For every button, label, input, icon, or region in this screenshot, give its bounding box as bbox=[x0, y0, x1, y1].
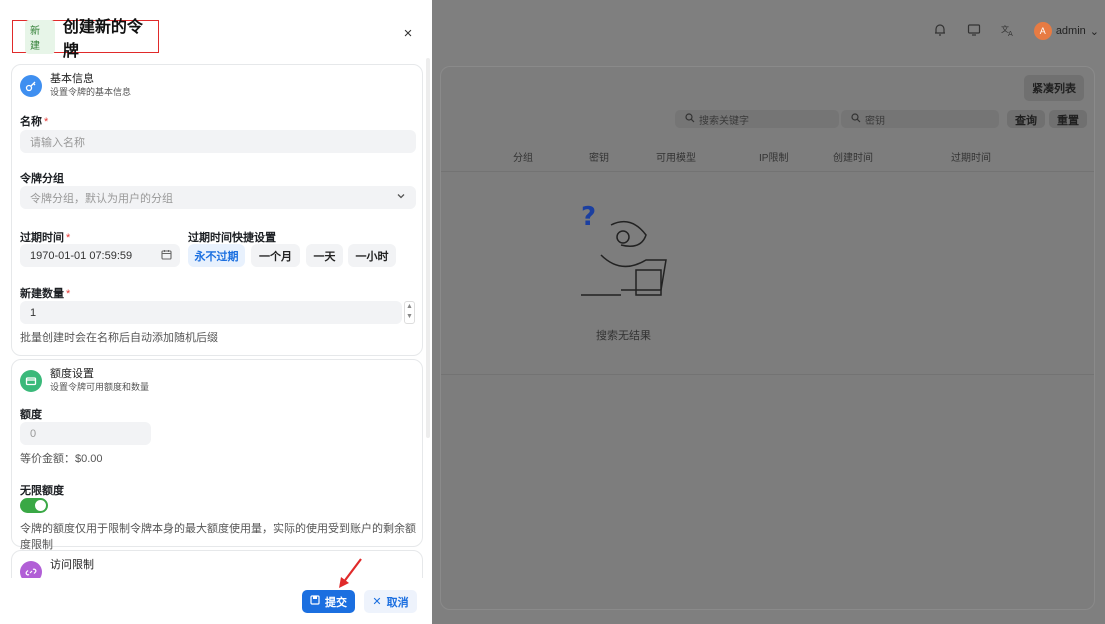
user-name: admin bbox=[1055, 25, 1086, 37]
group-label: 令牌分组 bbox=[20, 173, 64, 185]
name-label: 名称 * bbox=[20, 116, 49, 128]
scrollbar[interactable] bbox=[426, 58, 430, 438]
chevron-down-icon: ⌄ bbox=[1089, 25, 1099, 38]
quota-placeholder: 0 bbox=[30, 427, 37, 440]
close-icon: ✕ bbox=[372, 596, 382, 608]
reset-button[interactable]: 重置 bbox=[1049, 110, 1087, 128]
count-label: 新建数量 * bbox=[20, 288, 71, 300]
cancel-button[interactable]: ✕ 取消 bbox=[364, 590, 417, 613]
translate-icon[interactable]: 文A bbox=[1000, 23, 1016, 39]
avatar: A bbox=[1033, 22, 1052, 40]
count-input[interactable]: 1 bbox=[20, 301, 402, 324]
sheet-footer: 提交 ✕ 取消 bbox=[0, 578, 432, 624]
expire-label: 过期时间 * bbox=[20, 232, 71, 244]
bell-icon[interactable] bbox=[932, 23, 948, 39]
keyword-search-input[interactable]: 搜索关键字 bbox=[675, 110, 839, 128]
top-bar: 文A A admin ⌄ bbox=[932, 18, 1105, 44]
chevron-down-icon bbox=[396, 191, 406, 204]
column-group: 分组 bbox=[513, 153, 533, 164]
monitor-icon[interactable] bbox=[966, 23, 982, 39]
name-input[interactable]: 请输入名称 bbox=[20, 130, 416, 153]
toggle-knob bbox=[35, 500, 46, 511]
submit-label: 提交 bbox=[325, 596, 347, 609]
svg-text:A: A bbox=[1008, 30, 1013, 37]
basic-info-subtitle: 设置令牌的基本信息 bbox=[50, 87, 132, 97]
red-arrow-annotation bbox=[339, 558, 362, 588]
quota-card: 额度设置 设置令牌可用额度和数量 额度 0 等价金额：$0.00 无限额度 令牌… bbox=[11, 359, 423, 551]
quick-never-button[interactable]: 永不过期 bbox=[188, 244, 245, 267]
equivalent-amount: 等价金额：$0.00 bbox=[20, 453, 103, 465]
user-menu[interactable]: A admin ⌄ bbox=[1033, 22, 1099, 40]
search-icon bbox=[851, 112, 861, 126]
wallet-icon bbox=[20, 370, 42, 392]
sheet-title: 创建新的令牌 bbox=[62, 18, 143, 60]
expire-date-value: 1970-01-01 07:59:59 bbox=[30, 249, 133, 262]
quota-header: 额度设置 设置令牌可用额度和数量 bbox=[20, 368, 149, 393]
stepper-up-icon[interactable]: ▲ bbox=[405, 302, 414, 312]
quick-hour-button[interactable]: 一小时 bbox=[348, 244, 396, 267]
stepper-down-icon[interactable]: ▼ bbox=[405, 312, 414, 322]
background-overlay[interactable]: 文A A admin ⌄ 紧凑列表 搜索关键字 密钥 查询 重置 分组 密钥 可… bbox=[432, 0, 1105, 624]
quota-input[interactable]: 0 bbox=[20, 422, 151, 445]
access-title: 访问限制 bbox=[50, 559, 94, 571]
keyword-search-placeholder: 搜索关键字 bbox=[699, 115, 749, 127]
group-placeholder: 令牌分组，默认为用户的分组 bbox=[30, 192, 173, 205]
column-key: 密钥 bbox=[589, 153, 609, 164]
close-button[interactable]: × bbox=[401, 25, 415, 42]
basic-info-header: 基本信息 设置令牌的基本信息 bbox=[20, 73, 131, 98]
submit-button[interactable]: 提交 bbox=[302, 590, 355, 613]
search-icon bbox=[685, 112, 695, 126]
count-stepper[interactable]: ▲ ▼ bbox=[404, 301, 415, 324]
quota-title: 额度设置 bbox=[50, 368, 94, 380]
group-select[interactable]: 令牌分组，默认为用户的分组 bbox=[20, 186, 416, 209]
table-header: 分组 密钥 可用模型 IP限制 创建时间 过期时间 bbox=[441, 138, 1094, 172]
column-created-time: 创建时间 bbox=[833, 153, 873, 164]
count-helper: 批量创建时会在名称后自动添加随机后缀 bbox=[20, 332, 218, 344]
quick-day-button[interactable]: 一天 bbox=[306, 244, 343, 267]
empty-state-illustration: ? bbox=[581, 202, 667, 296]
count-value: 1 bbox=[30, 306, 37, 319]
svg-text:?: ? bbox=[581, 202, 596, 232]
basic-info-title: 基本信息 bbox=[50, 73, 94, 85]
unlimited-label: 无限额度 bbox=[20, 485, 64, 497]
cancel-label: 取消 bbox=[386, 596, 409, 609]
key-search-placeholder: 密钥 bbox=[865, 115, 885, 127]
unlimited-helper: 令牌的额度仅用于限制令牌本身的最大额度使用量，实际的使用受到账户的剩余额度限制 bbox=[20, 523, 416, 551]
query-button[interactable]: 查询 bbox=[1007, 110, 1045, 128]
key-search-input[interactable]: 密钥 bbox=[841, 110, 999, 128]
quota-subtitle: 设置令牌可用额度和数量 bbox=[50, 382, 150, 392]
divider bbox=[441, 374, 1094, 375]
empty-state-text: 搜索无结果 bbox=[596, 330, 651, 342]
column-models: 可用模型 bbox=[656, 153, 696, 164]
sheet-header: 新建 创建新的令牌 bbox=[12, 19, 159, 60]
unlimited-toggle[interactable] bbox=[20, 498, 48, 513]
quota-label: 额度 bbox=[20, 409, 42, 421]
column-expire-time: 过期时间 bbox=[951, 153, 991, 164]
key-icon bbox=[20, 75, 42, 97]
basic-info-card: 基本信息 设置令牌的基本信息 名称 * 请输入名称 令牌分组 令牌分组，默认为用户… bbox=[11, 64, 423, 356]
expire-date-input[interactable]: 1970-01-01 07:59:59 bbox=[20, 244, 180, 267]
compact-list-button[interactable]: 紧凑列表 bbox=[1024, 75, 1084, 101]
name-placeholder: 请输入名称 bbox=[30, 136, 85, 149]
new-tag: 新建 bbox=[25, 19, 55, 54]
column-ip-limit: IP限制 bbox=[759, 153, 789, 164]
create-token-sheet: 新建 创建新的令牌 × 基本信息 设置令牌的基本信息 名称 * 请输入名称 令牌分… bbox=[0, 0, 432, 624]
token-list-card: 紧凑列表 搜索关键字 密钥 查询 重置 分组 密钥 可用模型 IP限制 创建时间… bbox=[440, 66, 1095, 610]
save-icon bbox=[310, 595, 320, 608]
quick-expire-label: 过期时间快捷设置 bbox=[188, 232, 276, 244]
quick-month-button[interactable]: 一个月 bbox=[251, 244, 300, 267]
calendar-icon[interactable] bbox=[161, 249, 172, 263]
